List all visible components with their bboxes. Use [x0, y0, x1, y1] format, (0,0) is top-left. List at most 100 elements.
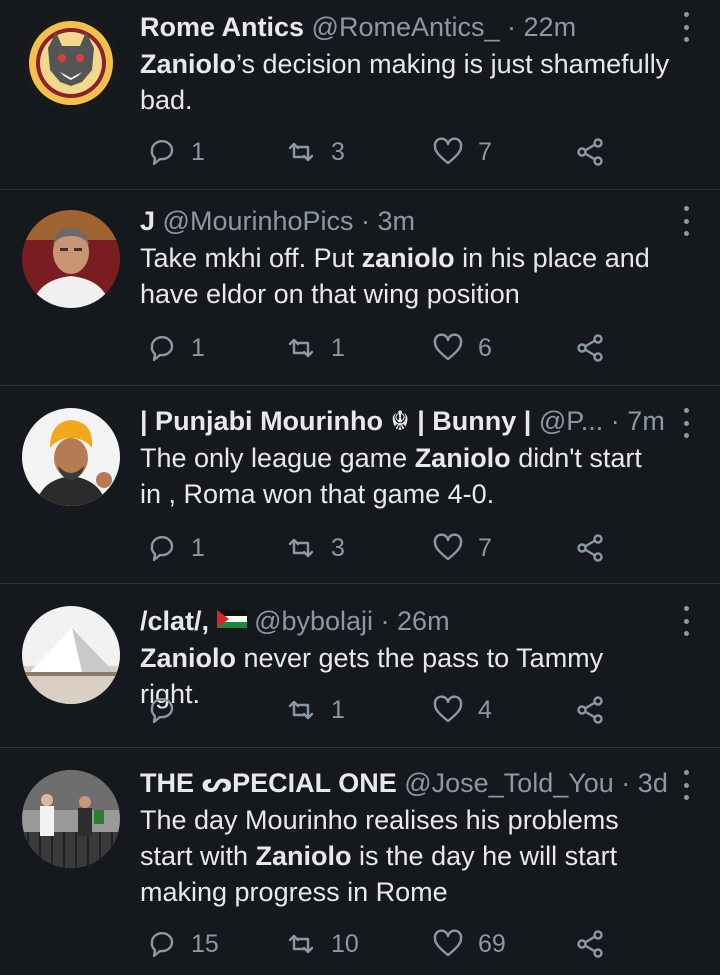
separator: ·: [499, 12, 524, 42]
share-button[interactable]: [574, 528, 606, 568]
more-options-icon[interactable]: [682, 770, 690, 800]
timestamp[interactable]: 26m: [397, 606, 450, 636]
separator: ·: [373, 606, 398, 636]
tweet-text: Zaniolo’s decision making is just shamef…: [140, 49, 670, 115]
tweet-header: THE ᔕPECIAL ONE @Jose_Told_You · 3d: [140, 766, 670, 800]
display-name[interactable]: THE ᔕPECIAL ONE: [140, 768, 397, 798]
share-button[interactable]: [574, 328, 606, 368]
like-button[interactable]: 7: [432, 528, 492, 568]
retweet-count: 3: [331, 533, 345, 562]
tweet-header: /clat/, @bybolaji · 26m: [140, 602, 670, 638]
more-options-icon[interactable]: [682, 206, 690, 236]
tweet[interactable]: | Punjabi Mourinho ☬ | Bunny | @P... · 7…: [0, 386, 720, 584]
avatar[interactable]: [22, 770, 120, 868]
handle[interactable]: @MourinhoPics: [163, 206, 354, 236]
man-portrait-icon: [22, 210, 120, 308]
tweet-text: The day Mourinho realises his problems s…: [140, 805, 619, 907]
wolf-logo-icon: [22, 14, 120, 112]
reply-icon: [150, 139, 174, 166]
like-count: 69: [478, 929, 506, 958]
reply-icon: [150, 931, 174, 958]
tweet-text: Take mkhi off. Put zaniolo in his place …: [140, 243, 650, 309]
like-button[interactable]: 4: [432, 690, 492, 730]
retweet-count: 1: [331, 333, 345, 362]
handle[interactable]: @RomeAntics_: [312, 12, 500, 42]
handle[interactable]: @Jose_Told_You: [404, 768, 614, 798]
retweet-count: 1: [331, 695, 345, 724]
separator: ·: [613, 768, 638, 798]
reply-icon: [150, 335, 174, 362]
like-count: 4: [478, 695, 492, 724]
avatar[interactable]: [22, 408, 120, 506]
tweet-actions: 1 1 6: [140, 328, 620, 368]
reply-button[interactable]: 1: [145, 328, 205, 368]
retweet-icon: [288, 338, 314, 358]
heart-icon: [433, 533, 463, 561]
reply-button[interactable]: [145, 690, 191, 730]
tweet[interactable]: Rome Antics @RomeAntics_ · 22m Zaniolo’s…: [0, 0, 720, 190]
more-options-icon[interactable]: [682, 12, 690, 42]
like-button[interactable]: 7: [432, 132, 492, 172]
heart-icon: [433, 333, 463, 361]
timestamp[interactable]: 3m: [378, 206, 416, 236]
separator: ·: [603, 406, 628, 436]
reply-button[interactable]: 1: [145, 132, 205, 172]
retweet-button[interactable]: 1: [285, 328, 345, 368]
palestine-flag-icon: [216, 602, 247, 628]
tweet-actions: 15 10 69: [140, 924, 620, 964]
like-button[interactable]: 6: [432, 328, 492, 368]
share-button[interactable]: [574, 132, 606, 172]
retweet-count: 3: [331, 137, 345, 166]
reply-button[interactable]: 15: [145, 924, 219, 964]
share-button[interactable]: [574, 690, 606, 730]
retweet-button[interactable]: 3: [285, 132, 345, 172]
retweet-button[interactable]: 1: [285, 690, 345, 730]
share-icon: [577, 138, 603, 166]
more-options-icon[interactable]: [682, 606, 690, 636]
share-icon: [577, 534, 603, 562]
reply-count: 1: [191, 533, 205, 562]
tweet-header: J @MourinhoPics · 3m: [140, 204, 670, 238]
like-count: 7: [478, 533, 492, 562]
handle[interactable]: @bybolaji: [254, 606, 373, 636]
avatar[interactable]: [22, 14, 120, 112]
heart-icon: [433, 137, 463, 165]
timestamp[interactable]: 22m: [524, 12, 577, 42]
reply-count: 1: [191, 137, 205, 166]
tweet[interactable]: J @MourinhoPics · 3m Take mkhi off. Put …: [0, 190, 720, 386]
share-button[interactable]: [574, 924, 606, 964]
retweet-button[interactable]: 3: [285, 528, 345, 568]
retweet-button[interactable]: 10: [285, 924, 359, 964]
more-options-icon[interactable]: [682, 408, 690, 438]
timestamp[interactable]: 3d: [638, 768, 668, 798]
tweet-header: | Punjabi Mourinho ☬ | Bunny | @P... · 7…: [140, 404, 670, 438]
retweet-icon: [288, 700, 314, 720]
tweet[interactable]: THE ᔕPECIAL ONE @Jose_Told_You · 3d The …: [0, 748, 720, 974]
handle[interactable]: @P...: [539, 406, 603, 436]
avatar[interactable]: [22, 210, 120, 308]
tweet-actions: 1 4: [140, 690, 620, 730]
display-name[interactable]: | Punjabi Mourinho ☬ | Bunny |: [140, 406, 531, 436]
like-count: 6: [478, 333, 492, 362]
timestamp[interactable]: 7m: [627, 406, 665, 436]
tweet-actions: 1 3 7: [140, 528, 620, 568]
turban-portrait-icon: [22, 408, 120, 506]
reply-icon: [150, 697, 174, 724]
retweet-icon: [288, 934, 314, 954]
retweet-count: 10: [331, 929, 359, 958]
display-name[interactable]: Rome Antics: [140, 12, 304, 42]
heart-icon: [433, 929, 463, 957]
tweet-text: The only league game Zaniolo didn't star…: [140, 443, 642, 509]
heart-icon: [433, 695, 463, 723]
reply-button[interactable]: 1: [145, 528, 205, 568]
retweet-icon: [288, 142, 314, 162]
share-icon: [577, 930, 603, 958]
like-button[interactable]: 69: [432, 924, 506, 964]
avatar[interactable]: [22, 606, 120, 704]
display-name[interactable]: J: [140, 206, 155, 236]
display-name[interactable]: /clat/,: [140, 606, 209, 636]
tweet-actions: 1 3 7: [140, 132, 620, 172]
reply-count: 1: [191, 333, 205, 362]
reply-count: 15: [191, 929, 219, 958]
tweet[interactable]: /clat/, @bybolaji · 26m Zaniolo never ge…: [0, 584, 720, 748]
